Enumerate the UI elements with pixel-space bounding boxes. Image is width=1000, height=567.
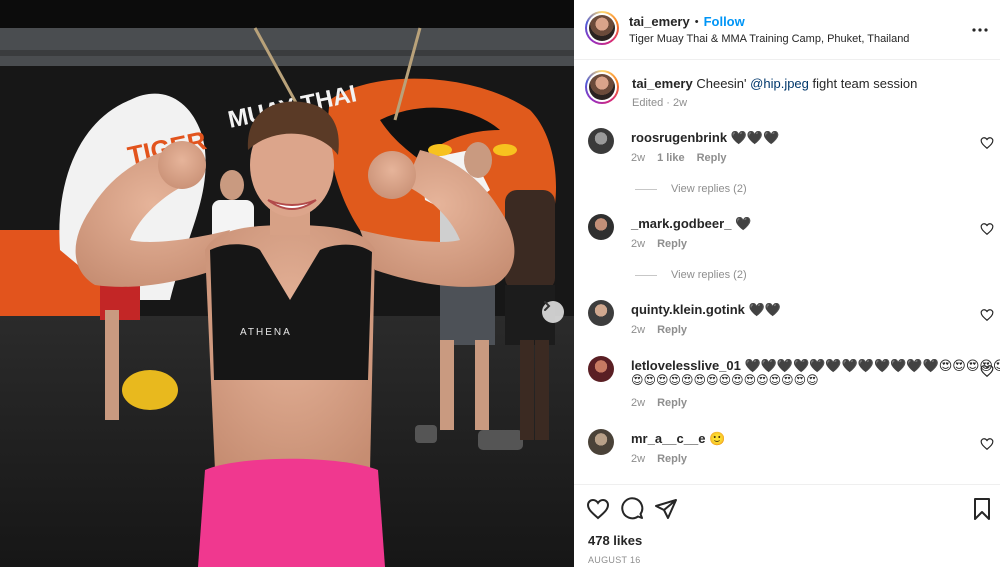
caption-avatar[interactable]	[585, 70, 619, 104]
comment-text: roosrugenbrink 🖤🖤🖤	[631, 130, 779, 146]
comment-meta: 2w Reply	[631, 324, 687, 336]
comment-time: 2w	[631, 152, 646, 164]
comment-text: quinty.klein.gotink 🖤🖤	[631, 302, 781, 318]
view-replies-button[interactable]: View replies (2)	[635, 269, 747, 281]
comment-likes[interactable]: 1 like	[657, 152, 685, 164]
commenter-avatar[interactable]	[588, 128, 614, 154]
commenter-avatar[interactable]	[588, 429, 614, 455]
svg-text:ATHENA: ATHENA	[240, 327, 292, 338]
comment-body: 🖤	[735, 216, 752, 231]
likes-count[interactable]: 478 likes	[588, 533, 642, 548]
replies-divider	[635, 188, 657, 190]
commenter-username[interactable]: letlovelesslive_01	[631, 358, 741, 373]
like-comment-icon[interactable]	[980, 308, 994, 322]
author-username[interactable]: tai_emery	[629, 14, 690, 29]
comment-time: 2w	[631, 397, 646, 409]
author-avatar[interactable]	[585, 11, 619, 45]
post-header: tai_emery • Follow Tiger Muay Thai & MMA…	[574, 0, 1000, 60]
reply-button[interactable]: Reply	[697, 152, 727, 164]
reply-button[interactable]: Reply	[657, 324, 687, 336]
post-location[interactable]: Tiger Muay Thai & MMA Training Camp, Phu…	[629, 33, 909, 45]
comment-body: 🖤🖤🖤	[730, 130, 780, 145]
follow-button[interactable]: Follow	[704, 14, 745, 29]
reply-button[interactable]: Reply	[657, 453, 687, 465]
heart-icon[interactable]	[586, 497, 610, 521]
view-replies-label: View replies (2)	[671, 183, 747, 195]
caption-mention[interactable]: @hip.jpeg	[750, 76, 809, 91]
commenter-username[interactable]: roosrugenbrink	[631, 130, 727, 145]
commenter-username[interactable]: quinty.klein.gotink	[631, 302, 745, 317]
commenter-avatar[interactable]	[588, 356, 614, 382]
next-photo-button[interactable]	[542, 301, 564, 323]
commenter-username[interactable]: _mark.godbeer_	[631, 216, 731, 231]
commenter-username[interactable]: mr_a__c__e	[631, 431, 705, 446]
view-replies-button[interactable]: View replies (2)	[635, 183, 747, 195]
meta-dot: ·	[666, 97, 670, 109]
chevron-right-icon	[544, 301, 551, 311]
share-icon[interactable]	[654, 497, 678, 521]
like-comment-icon[interactable]	[980, 437, 994, 451]
post-photo[interactable]: TIGER MUAY THAI	[0, 0, 574, 567]
comment-meta: 2w Reply	[631, 453, 687, 465]
post-sidebar: tai_emery • Follow Tiger Muay Thai & MMA…	[574, 0, 1000, 567]
comment-text: _mark.godbeer_ 🖤	[631, 216, 751, 232]
edited-label: Edited	[632, 97, 664, 109]
comment-text: mr_a__c__e 🙂	[631, 431, 725, 447]
view-replies-label: View replies (2)	[671, 269, 747, 281]
comment-body: 🖤🖤🖤🖤🖤🖤🖤🖤🖤🖤🖤🖤😍😍😍😍😍😍	[744, 358, 1000, 373]
caption-body-end: fight team session	[812, 76, 918, 91]
commenter-avatar[interactable]	[588, 214, 614, 240]
more-options-icon[interactable]	[970, 20, 990, 40]
comment-meta: 2w Reply	[631, 397, 687, 409]
action-bar: 478 likes AUGUST 16	[574, 484, 1000, 567]
caption-body-start: Cheesin'	[696, 76, 747, 91]
reply-button[interactable]: Reply	[657, 238, 687, 250]
comment-icon[interactable]	[620, 497, 644, 521]
caption-meta: Edited · 2w	[632, 97, 687, 109]
comment-time: 2w	[631, 238, 646, 250]
comment-text: letlovelesslive_01 🖤🖤🖤🖤🖤🖤🖤🖤🖤🖤🖤🖤😍😍😍😍😍😍	[631, 358, 1000, 374]
comment-body: 🙂	[709, 431, 726, 446]
separator-dot: •	[694, 15, 699, 28]
reply-button[interactable]: Reply	[657, 397, 687, 409]
caption-username[interactable]: tai_emery	[632, 76, 693, 91]
commenter-avatar[interactable]	[588, 300, 614, 326]
comment-body: 🖤🖤	[748, 302, 781, 317]
comment-time: 2w	[631, 453, 646, 465]
bookmark-icon[interactable]	[970, 497, 994, 521]
replies-divider	[635, 274, 657, 276]
comment-body-line2: 😍😍😍😍😍😍😍😍😍😍😍😍😍😍😍	[631, 373, 819, 387]
post-date: AUGUST 16	[588, 555, 641, 565]
comment-meta: 2w Reply	[631, 238, 687, 250]
comment-time: 2w	[631, 324, 646, 336]
like-comment-icon[interactable]	[980, 136, 994, 150]
like-comment-icon[interactable]	[980, 364, 994, 378]
like-comment-icon[interactable]	[980, 222, 994, 236]
caption-text: tai_emery Cheesin' @hip.jpeg fight team …	[632, 76, 972, 91]
photo-image: TIGER MUAY THAI	[0, 0, 574, 567]
caption-time: 2w	[673, 97, 688, 109]
comment-meta: 2w 1 like Reply	[631, 152, 727, 164]
